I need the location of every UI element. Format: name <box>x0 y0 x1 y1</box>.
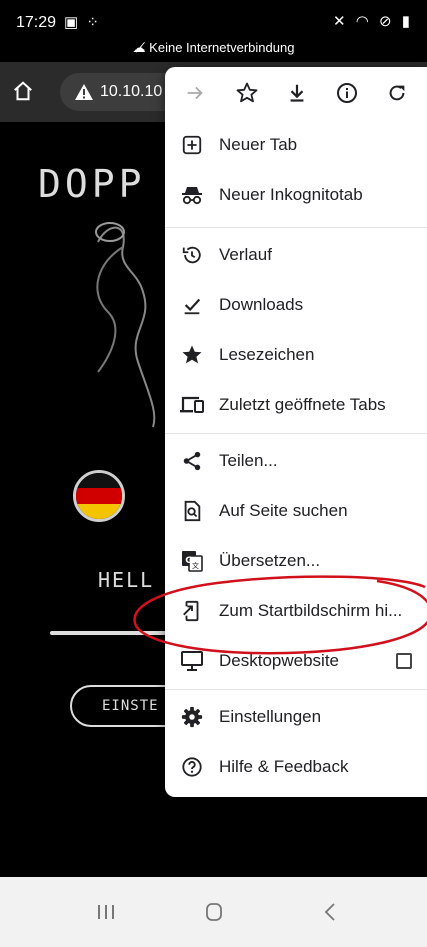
menu-item-history[interactable]: Verlauf <box>165 233 427 277</box>
menu-item-find-in-page[interactable]: Auf Seite suchen <box>165 489 427 533</box>
menu-item-downloads[interactable]: Downloads <box>165 283 427 327</box>
menu-item-translate[interactable]: G文 Übersetzen... <box>165 539 427 583</box>
menu-item-label: Lesezeichen <box>219 345 315 364</box>
back-nav-button[interactable] <box>315 899 345 925</box>
refresh-icon <box>389 85 405 101</box>
menu-item-bookmarks[interactable]: Lesezeichen <box>165 333 427 377</box>
menu-item-label: Teilen... <box>219 451 278 470</box>
home-circle-icon <box>206 903 222 921</box>
desktop-icon <box>179 648 205 674</box>
help-icon <box>179 754 205 780</box>
back-chevron-icon <box>324 903 335 921</box>
menu-divider <box>165 227 427 228</box>
url-text: 10.10.10 <box>100 83 163 100</box>
menu-item-label: Zuletzt geöffnete Tabs <box>219 395 386 414</box>
menu-item-label: Hilfe & Feedback <box>219 757 349 776</box>
history-icon <box>179 242 205 268</box>
menu-item-label: Zum Startbildschirm hi... <box>219 601 403 620</box>
recent-tabs-icon <box>179 392 205 418</box>
menu-item-recent-tabs[interactable]: Zuletzt geöffnete Tabs <box>165 383 427 427</box>
offline-banner: ☁̸ Keine Internetverbindung <box>0 40 427 56</box>
find-in-page-icon <box>179 498 205 524</box>
cloud-off-icon: ☁̸ <box>132 40 150 55</box>
menu-item-label: Desktopwebsite <box>219 651 340 670</box>
forward-arrow-icon <box>187 86 203 100</box>
download-page-button[interactable] <box>281 77 313 109</box>
share-icon <box>179 448 205 474</box>
translate-icon: G文 <box>179 548 205 574</box>
reload-button[interactable] <box>381 77 413 109</box>
home-button[interactable] <box>8 76 38 106</box>
offline-text: Keine Internetverbindung <box>149 40 295 55</box>
menu-item-new-tab[interactable]: Neuer Tab <box>165 123 427 167</box>
not-secure-warning-icon[interactable] <box>74 83 94 101</box>
menu-divider <box>165 689 427 690</box>
home-icon <box>14 81 32 101</box>
greeting-text: HELL <box>98 568 155 592</box>
info-icon <box>337 83 357 103</box>
menu-toolbar <box>165 67 427 117</box>
menu-item-new-incognito-tab[interactable]: Neuer Inkognitotab <box>165 173 427 217</box>
home-nav-button[interactable] <box>199 899 229 925</box>
incognito-icon <box>179 182 205 208</box>
menu-item-label: Neuer Tab <box>219 135 298 154</box>
menu-item-label: Downloads <box>219 295 304 314</box>
notification-icons: ▣ ⁘ <box>64 14 101 31</box>
menu-divider <box>165 433 427 434</box>
menu-item-share[interactable]: Teilen... <box>165 439 427 483</box>
download-icon <box>290 84 304 102</box>
language-flag-button[interactable] <box>73 470 125 522</box>
status-bar: 17:29 ▣ ⁘ ✕ ◠ ⊘ ▮ ☁̸ Keine Internetverbi… <box>0 0 427 62</box>
recent-apps-icon <box>98 905 114 919</box>
system-status-icons: ✕ ◠ ⊘ ▮ <box>333 13 413 30</box>
recent-apps-button[interactable] <box>91 899 121 925</box>
system-nav-bar <box>0 877 427 947</box>
new-tab-icon <box>179 132 205 158</box>
gear-icon <box>179 704 205 730</box>
page-title: DOPP <box>38 162 146 206</box>
page-illustration <box>95 222 156 428</box>
menu-item-label: Verlauf <box>219 245 272 264</box>
forward-button[interactable] <box>179 77 211 109</box>
menu-item-desktop-site[interactable]: Desktopwebsite <box>165 639 427 683</box>
svg-text:文: 文 <box>192 561 199 570</box>
menu-item-label: Übersetzen... <box>219 551 321 570</box>
status-time: 17:29 <box>16 14 57 31</box>
browser-overflow-menu: Neuer Tab Neuer Inkognitotab Verlauf Dow… <box>165 67 427 797</box>
downloads-icon <box>179 292 205 318</box>
menu-item-add-to-home-screen[interactable]: Zum Startbildschirm hi... <box>165 589 427 633</box>
desktop-site-checkbox[interactable] <box>396 653 412 669</box>
menu-item-label: Neuer Inkognitotab <box>219 185 363 204</box>
menu-item-label: Einstellungen <box>219 707 322 726</box>
add-to-home-icon <box>179 598 205 624</box>
menu-item-settings[interactable]: Einstellungen <box>165 695 427 739</box>
bookmarks-star-icon <box>179 342 205 368</box>
bookmark-button[interactable] <box>231 77 263 109</box>
star-outline-icon <box>236 82 258 103</box>
page-info-button[interactable] <box>331 77 363 109</box>
menu-item-label: Auf Seite suchen <box>219 501 348 520</box>
menu-item-help-feedback[interactable]: Hilfe & Feedback <box>165 745 427 789</box>
